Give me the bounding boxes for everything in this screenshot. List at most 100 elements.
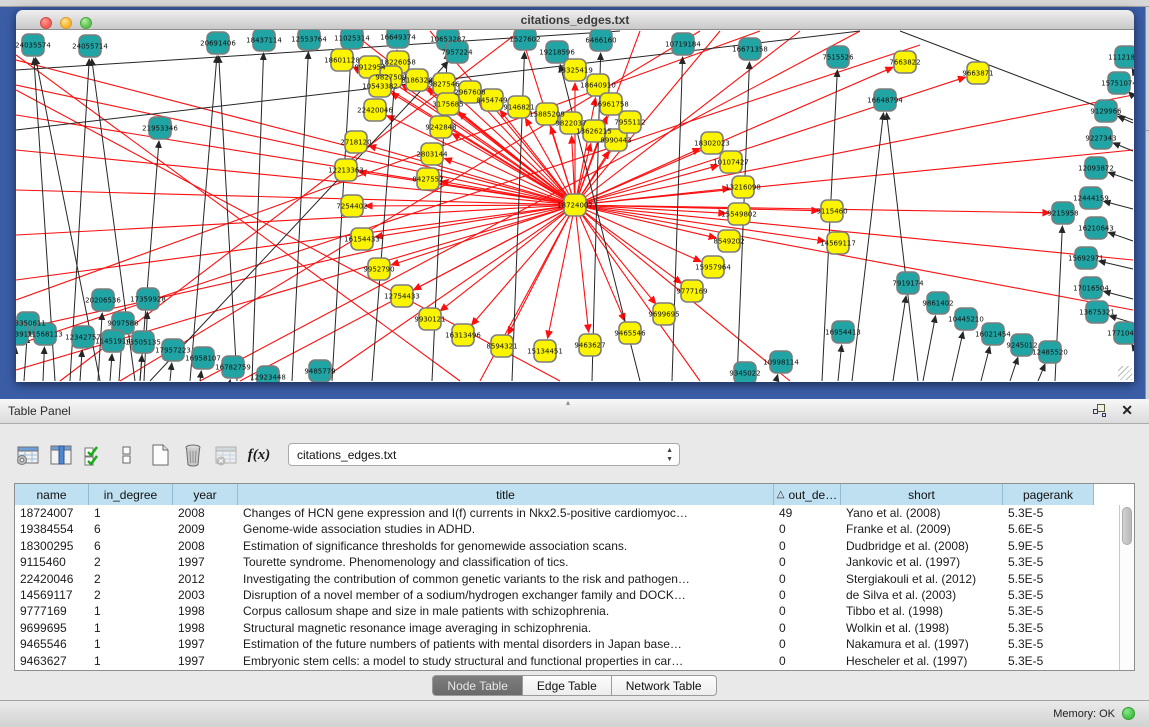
network-window-title: citations_edges.txt	[16, 13, 1134, 27]
network-table-select[interactable]: citations_edges.txt ▲▼	[288, 443, 680, 466]
select-columns-icon[interactable]	[47, 441, 75, 469]
network-canvas[interactable]: 1872400724035574240557142069140618437114…	[16, 30, 1134, 382]
graph-node-label: 13505135	[125, 339, 161, 347]
table-vertical-scrollbar[interactable]	[1119, 505, 1134, 670]
citation-edge-red	[365, 205, 575, 206]
tab-edge-table[interactable]: Edge Table	[523, 675, 612, 696]
graph-node-label: 19218596	[539, 49, 575, 57]
citation-edge-black	[776, 375, 778, 381]
cell-title: Disruption of a novel member of a sodium…	[238, 587, 774, 603]
citation-edge-black	[110, 354, 112, 381]
select-all-rows-icon[interactable]	[80, 441, 108, 469]
graph-node-label: 9463627	[574, 342, 605, 350]
graph-node-label: 12444159	[1073, 195, 1109, 203]
graph-node-label: 7254402	[336, 203, 367, 211]
cell-year: 1997	[173, 636, 238, 652]
citation-edge-black	[1108, 232, 1133, 241]
destroy-table-disabled-icon[interactable]	[212, 441, 240, 469]
graph-node-label: 17957223	[155, 347, 191, 355]
graph-node-label: 17710435	[1107, 330, 1134, 338]
float-panel-icon[interactable]	[1093, 404, 1107, 418]
table-row[interactable]: 911546021997Tourette syndrome. Phenomeno…	[15, 554, 1134, 570]
graph-node-label: 7955112	[614, 119, 645, 127]
close-panel-icon[interactable]: ✕	[1121, 402, 1133, 419]
citation-edge-red	[200, 31, 860, 381]
cell-name: 14569117	[15, 587, 89, 603]
function-builder-icon[interactable]: f(x)	[245, 441, 273, 469]
scrollbar-thumb[interactable]	[1122, 507, 1132, 545]
graph-node-label: 9115460	[816, 208, 847, 216]
merge-rows-icon[interactable]	[113, 441, 141, 469]
graph-node-label: 9777169	[676, 288, 707, 296]
graph-node-label: 15549802	[721, 211, 757, 219]
graph-node-label: 16958107	[185, 355, 221, 363]
cell-pagerank: 5.3E-5	[1003, 505, 1094, 521]
column-header-title[interactable]: title	[238, 484, 774, 505]
graph-node-label: 16154433	[344, 236, 380, 244]
split-divider-handle[interactable]: ▴	[566, 398, 570, 407]
cell-out_de: 0	[774, 653, 841, 669]
cell-in_degree: 1	[89, 505, 173, 521]
citation-edge-black	[981, 347, 990, 381]
column-header-in_degree[interactable]: in_degree	[89, 484, 173, 505]
delete-table-icon[interactable]	[179, 441, 207, 469]
graph-node-label: 9485779	[304, 368, 335, 376]
cell-pagerank: 5.3E-5	[1003, 587, 1094, 603]
graph-node-label: 12754433	[384, 293, 420, 301]
window-resize-grip[interactable]	[1118, 366, 1132, 380]
graph-node-label: 9952790	[363, 266, 394, 274]
cell-out_de: 0	[774, 603, 841, 619]
table-row[interactable]: 946362711997Embryonic stem cells: a mode…	[15, 653, 1134, 669]
tab-network-table[interactable]: Network Table	[612, 675, 717, 696]
network-window-titlebar[interactable]: citations_edges.txt	[16, 10, 1134, 30]
tab-node-table[interactable]: Node Table	[432, 675, 523, 696]
table-row[interactable]: 969969511998Structural magnetic resonanc…	[15, 620, 1134, 636]
graph-node-label: 9465546	[614, 330, 646, 338]
citation-edge-black	[43, 347, 44, 381]
graph-node-label: 9227343	[1085, 135, 1116, 143]
table-row[interactable]: 1830029562008Estimation of significance …	[15, 538, 1134, 554]
column-header-short[interactable]: short	[841, 484, 1003, 505]
table-row[interactable]: 946554611997Estimation of the future num…	[15, 636, 1134, 652]
column-header-filler	[1094, 484, 1134, 505]
cell-pagerank: 5.5E-5	[1003, 571, 1094, 587]
table-row[interactable]: 2242004622012Investigating the contribut…	[15, 571, 1134, 587]
graph-node-label: 18640910	[580, 82, 616, 90]
cell-name: 9115460	[15, 554, 89, 570]
citation-edge-red	[16, 205, 575, 235]
table-panel-title: Table Panel	[8, 404, 71, 418]
column-header-out_de[interactable]: △out_de…	[774, 484, 841, 505]
column-header-year[interactable]: year	[173, 484, 238, 505]
citation-edge-black	[893, 296, 906, 381]
graph-node-label: 16313496	[445, 332, 481, 340]
cell-short: Jankovic et al. (1997)	[841, 554, 1003, 570]
citation-edge-black	[170, 363, 172, 381]
graph-node-label: 16671358	[732, 46, 768, 54]
column-header-pagerank[interactable]: pagerank	[1003, 484, 1094, 505]
cell-year: 1997	[173, 554, 238, 570]
cell-title: Embryonic stem cells: a model to study s…	[238, 653, 774, 669]
table-settings-icon[interactable]	[14, 441, 42, 469]
cell-name: 18300295	[15, 538, 89, 554]
table-row[interactable]: 977716911998Corpus callosum shape and si…	[15, 603, 1134, 619]
graph-node-label: 13675321	[1079, 309, 1115, 317]
column-header-name[interactable]: name	[15, 484, 89, 505]
table-row[interactable]: 1938455462009Genome-wide association stu…	[15, 521, 1134, 537]
citation-network-graph[interactable]: 1872400724035574240557142069140618437114…	[16, 30, 1134, 382]
table-header-row: namein_degreeyeartitle△out_de…shortpager…	[15, 484, 1134, 505]
table-row[interactable]: 1872400712008Changes of HCN gene express…	[15, 505, 1134, 521]
citation-edge-black	[1113, 143, 1133, 151]
table-row[interactable]: 1456911722003Disruption of a novel membe…	[15, 587, 1134, 603]
citation-edge-red	[575, 205, 1133, 310]
citation-edge-black	[923, 316, 936, 381]
graph-node-label: 16648794	[867, 97, 903, 105]
cell-short: Wolkin et al. (1998)	[841, 620, 1003, 636]
graph-node-label: 8427552	[412, 176, 443, 184]
citation-edge-red	[16, 205, 575, 280]
citation-edge-red	[575, 31, 720, 205]
graph-node-label: 24035574	[16, 42, 51, 50]
cell-out_de: 0	[774, 571, 841, 587]
cell-in_degree: 1	[89, 636, 173, 652]
node-table: namein_degreeyeartitle△out_de…shortpager…	[14, 483, 1135, 671]
new-table-icon[interactable]	[146, 441, 174, 469]
